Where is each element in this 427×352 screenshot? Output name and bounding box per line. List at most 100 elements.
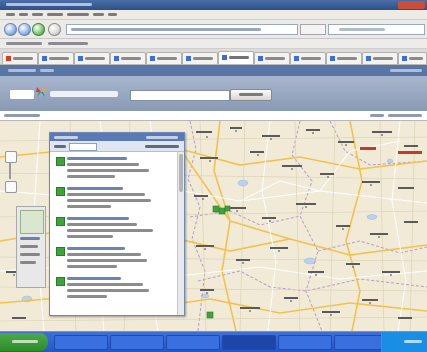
bookmark-item[interactable] [6, 42, 42, 45]
taskbar-item[interactable] [54, 335, 108, 350]
map-view-mode-control[interactable] [16, 206, 46, 288]
zoom-out-icon[interactable] [5, 181, 17, 193]
refresh-icon[interactable] [32, 23, 45, 36]
tab[interactable] [290, 52, 326, 64]
tab[interactable] [2, 52, 38, 64]
tab[interactable] [362, 52, 398, 64]
result-line [67, 253, 141, 256]
menu-bar [0, 10, 427, 20]
menu-item-edit[interactable] [19, 13, 28, 16]
green-square-marker-icon [56, 157, 65, 166]
tab[interactable] [182, 52, 218, 64]
tab-favicon [402, 56, 407, 61]
menu-item-view[interactable] [32, 13, 43, 16]
tab-title [49, 57, 69, 60]
taskbar-item-active[interactable] [222, 335, 276, 350]
start-button-label [12, 340, 38, 343]
tab-title [409, 57, 423, 60]
address-bar[interactable] [66, 24, 298, 35]
forward-arrow-icon[interactable] [18, 23, 31, 36]
map-view-thumbnail[interactable] [20, 210, 44, 234]
result-line [67, 163, 139, 166]
tab-title [13, 57, 33, 60]
site-sign-in[interactable] [390, 69, 422, 72]
map-print-link[interactable] [370, 114, 384, 117]
green-square-marker-icon [56, 247, 65, 256]
tab[interactable] [38, 52, 74, 64]
results-scroll-thumb[interactable] [179, 154, 183, 192]
go-button[interactable] [300, 24, 326, 35]
result-title[interactable] [67, 247, 125, 250]
search-button[interactable] [230, 89, 272, 101]
result-line [67, 283, 143, 286]
result-title[interactable] [67, 157, 127, 160]
site-name [50, 91, 118, 97]
result-line [67, 199, 151, 202]
browser-search-box[interactable] [328, 24, 425, 35]
results-sort-dropdown[interactable] [69, 143, 97, 151]
result-item[interactable] [52, 245, 176, 275]
back-arrow-icon[interactable] [4, 23, 17, 36]
result-line [67, 205, 111, 208]
result-item[interactable] [52, 185, 176, 215]
result-item[interactable] [52, 155, 176, 185]
tab-favicon [6, 56, 11, 61]
bookmark-item[interactable] [48, 42, 88, 45]
menu-item-tools[interactable] [93, 13, 104, 16]
view-mode-aerial[interactable] [20, 245, 38, 248]
results-panel-actions[interactable] [146, 135, 178, 139]
taskbar-item[interactable] [334, 335, 382, 350]
tab-strip [0, 49, 427, 65]
taskbar-item[interactable] [166, 335, 220, 350]
bookmarks-toolbar [0, 39, 427, 49]
result-item[interactable] [52, 215, 176, 245]
menu-item-history[interactable] [47, 13, 63, 16]
tab[interactable] [146, 52, 182, 64]
tab-active[interactable] [218, 51, 254, 64]
tab[interactable] [110, 52, 146, 64]
tab[interactable] [254, 52, 290, 64]
results-pagination[interactable] [145, 144, 179, 148]
menu-item-bookmarks[interactable] [67, 13, 89, 16]
os-taskbar [0, 331, 427, 352]
search-input[interactable] [130, 90, 230, 101]
zoom-slider[interactable] [9, 163, 11, 179]
map-zoom-control[interactable] [5, 151, 17, 193]
navigation-toolbar [0, 20, 427, 39]
home-icon[interactable] [48, 23, 61, 36]
taskbar-item[interactable] [278, 335, 332, 350]
results-panel-title [54, 135, 78, 139]
map-breadcrumb[interactable] [4, 114, 40, 117]
result-title[interactable] [67, 187, 123, 190]
menu-item-help[interactable] [108, 13, 117, 16]
windows-start-icon[interactable] [0, 333, 48, 351]
view-mode-hybrid[interactable] [20, 253, 40, 256]
tab[interactable] [398, 52, 427, 64]
tab-favicon [366, 56, 371, 61]
site-logo[interactable] [10, 90, 34, 99]
green-square-marker-icon [56, 277, 65, 286]
site-nav-link[interactable] [8, 69, 36, 72]
result-title[interactable] [67, 277, 121, 280]
results-scrollbar[interactable] [177, 152, 184, 315]
result-title[interactable] [67, 217, 129, 220]
tab-title [337, 57, 357, 60]
taskbar-item[interactable] [110, 335, 164, 350]
view-mode-birdseye[interactable] [20, 261, 36, 264]
result-item[interactable] [52, 275, 176, 305]
tab-favicon [150, 56, 155, 61]
tab[interactable] [326, 52, 362, 64]
site-nav-link[interactable] [40, 69, 54, 72]
map-canvas[interactable] [0, 121, 427, 331]
tab-title [85, 57, 105, 60]
browser-search-text [339, 28, 385, 31]
map-share-link[interactable] [388, 114, 422, 117]
results-sort-label [54, 144, 66, 148]
menu-item-file[interactable] [6, 13, 15, 16]
window-controls[interactable] [398, 1, 425, 9]
result-line [67, 169, 149, 172]
zoom-in-icon[interactable] [5, 151, 17, 163]
tab[interactable] [74, 52, 110, 64]
view-mode-road[interactable] [20, 237, 40, 240]
green-square-marker-icon [56, 187, 65, 196]
